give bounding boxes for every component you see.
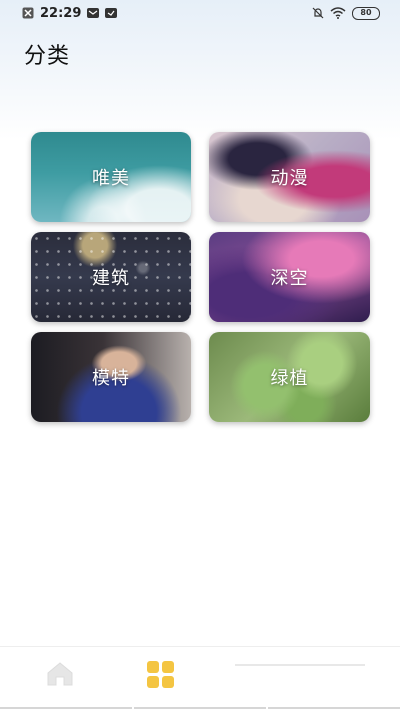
status-bar: 22:29 80	[0, 0, 400, 26]
nav-category-button[interactable]	[130, 654, 190, 694]
category-label: 绿植	[270, 368, 309, 389]
category-label: 模特	[92, 368, 130, 389]
category-card-beauty[interactable]: 唯美	[31, 132, 191, 222]
wifi-icon	[330, 7, 346, 19]
profile-icon	[235, 664, 365, 666]
bottom-navigation	[0, 646, 400, 711]
category-card-plants[interactable]: 绿植	[209, 332, 370, 422]
mail-notification-icon	[87, 7, 100, 19]
system-home-indicator	[0, 707, 400, 709]
nav-profile-button[interactable]	[230, 654, 370, 694]
category-card-deep-space[interactable]: 深空	[209, 232, 370, 322]
status-time: 22:29	[40, 5, 82, 21]
category-card-anime[interactable]: 动漫	[209, 132, 370, 222]
notification-x-icon	[22, 7, 34, 19]
app-notification-icon	[105, 7, 118, 19]
category-card-model[interactable]: 模特	[31, 332, 191, 422]
category-label: 深空	[270, 268, 309, 289]
battery-indicator: 80	[352, 6, 380, 20]
category-grid: 唯美 动漫 建筑 深空 模特 绿植	[31, 132, 370, 422]
home-icon	[47, 662, 73, 686]
page-title: 分类	[24, 44, 71, 69]
nav-home-button[interactable]	[30, 654, 90, 694]
mute-icon	[312, 7, 324, 19]
category-label: 动漫	[270, 168, 309, 189]
category-card-architecture[interactable]: 建筑	[31, 232, 191, 322]
category-label: 唯美	[92, 168, 130, 189]
category-grid-icon	[146, 660, 174, 688]
category-label: 建筑	[92, 268, 130, 289]
